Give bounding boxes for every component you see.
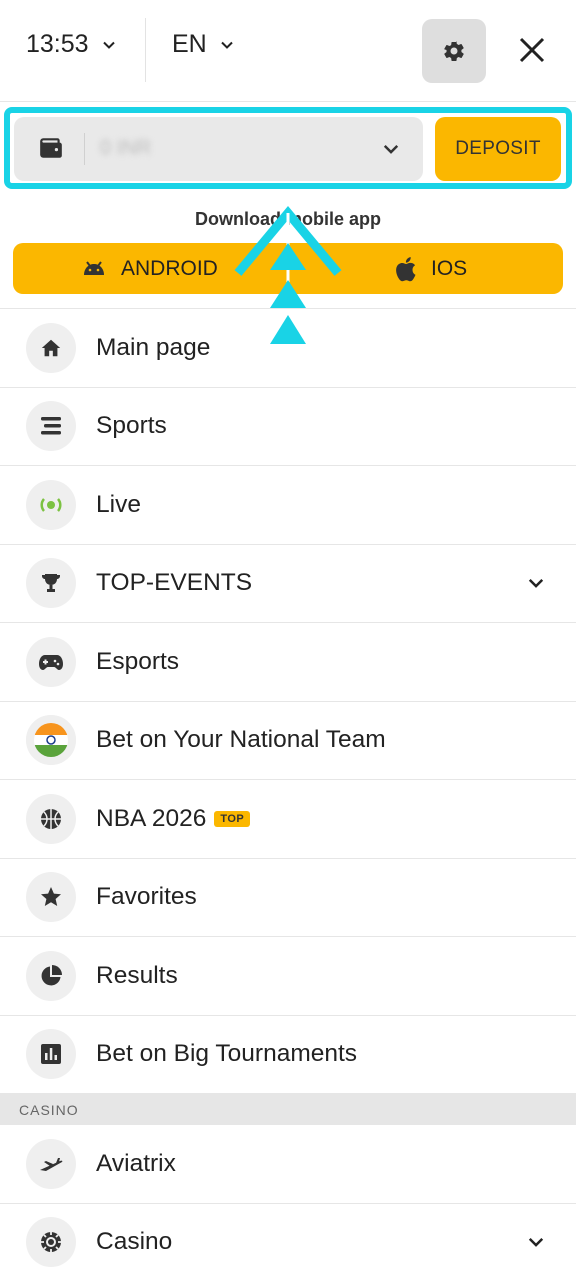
language-selector[interactable]: EN bbox=[172, 30, 235, 59]
menu-item-label: Sports bbox=[96, 412, 167, 440]
chevron-down-icon bbox=[221, 41, 233, 49]
top-badge: TOP bbox=[214, 810, 251, 827]
wallet-balance: 0 INR bbox=[100, 137, 152, 159]
menu-item-label: Bet on Your National Team bbox=[96, 726, 386, 754]
menu-item-big-tournaments[interactable]: Bet on Big Tournaments bbox=[0, 1016, 576, 1094]
app-download-bar: ANDROID IOS bbox=[13, 243, 563, 294]
download-app-title: Download mobile app bbox=[194, 209, 381, 229]
plane-icon bbox=[26, 1138, 76, 1189]
chevron-down-icon bbox=[102, 41, 115, 49]
live-icon bbox=[26, 479, 76, 530]
menu-item-label: Main page bbox=[96, 333, 211, 361]
menu-item-label: NBA 2026 TOP bbox=[96, 804, 251, 833]
menu-item-casino[interactable]: Casino bbox=[0, 1204, 576, 1280]
apple-icon bbox=[396, 256, 416, 281]
android-download-button[interactable]: ANDROID bbox=[81, 243, 218, 294]
menu-item-label: Aviatrix bbox=[96, 1149, 176, 1177]
divider bbox=[288, 253, 289, 284]
wallet-selector[interactable]: 0 INR bbox=[14, 117, 423, 181]
language-label: EN bbox=[172, 30, 207, 58]
chevron-down-icon[interactable] bbox=[526, 1232, 546, 1252]
main-menu: Main page Sports Live TOP-EVENTS Esports bbox=[0, 308, 576, 1280]
ios-label: IOS bbox=[431, 256, 468, 280]
menu-item-results[interactable]: Results bbox=[0, 937, 576, 1016]
divider bbox=[145, 18, 146, 82]
menu-item-live[interactable]: Live bbox=[0, 466, 576, 545]
gamepad-icon bbox=[26, 636, 76, 687]
time-label: 13:53 bbox=[26, 30, 89, 58]
settings-button[interactable] bbox=[422, 19, 486, 83]
menu-item-esports[interactable]: Esports bbox=[0, 623, 576, 702]
menu-item-top-events[interactable]: TOP-EVENTS bbox=[0, 545, 576, 623]
menu-item-label: Favorites bbox=[96, 883, 197, 911]
menu-item-label: Bet on Big Tournaments bbox=[96, 1040, 358, 1068]
menu-item-main-page[interactable]: Main page bbox=[0, 309, 576, 388]
menu-item-favorites[interactable]: Favorites bbox=[0, 859, 576, 937]
chevron-down-icon[interactable] bbox=[526, 573, 546, 593]
close-button[interactable] bbox=[510, 28, 554, 72]
india-flag-icon bbox=[26, 715, 76, 766]
time-selector[interactable]: 13:53 bbox=[26, 30, 117, 59]
basketball-icon bbox=[26, 793, 76, 844]
close-icon bbox=[519, 37, 545, 63]
android-label: ANDROID bbox=[121, 256, 218, 280]
deposit-button[interactable]: DEPOSIT bbox=[435, 117, 561, 181]
chevron-down-icon bbox=[383, 144, 399, 154]
nba-label: NBA 2026 bbox=[96, 804, 207, 832]
menu-item-label: TOP-EVENTS bbox=[96, 569, 253, 597]
menu-item-national-team[interactable]: Bet on Your National Team bbox=[0, 702, 576, 780]
pie-chart-icon bbox=[26, 950, 76, 1001]
bar-chart-icon bbox=[26, 1029, 76, 1080]
ios-download-button[interactable]: IOS bbox=[393, 243, 467, 294]
wallet-icon bbox=[40, 138, 62, 158]
menu-item-nba[interactable]: NBA 2026 TOP bbox=[0, 780, 576, 859]
menu-item-label: Results bbox=[96, 961, 178, 989]
trophy-icon bbox=[26, 558, 76, 609]
divider bbox=[84, 133, 85, 165]
casino-section-header: CASINO bbox=[0, 1094, 576, 1125]
menu-item-label: Esports bbox=[96, 647, 180, 675]
menu-item-aviatrix[interactable]: Aviatrix bbox=[0, 1125, 576, 1204]
list-icon bbox=[26, 401, 76, 452]
menu-item-label: Live bbox=[96, 490, 141, 518]
android-icon bbox=[84, 260, 104, 275]
gear-icon bbox=[444, 41, 464, 62]
casino-chip-icon bbox=[26, 1217, 76, 1268]
home-icon bbox=[26, 322, 76, 373]
star-icon bbox=[26, 872, 76, 923]
menu-item-sports[interactable]: Sports bbox=[0, 388, 576, 466]
top-bar: 13:53 EN bbox=[0, 0, 576, 102]
menu-item-label: Casino bbox=[96, 1228, 173, 1256]
